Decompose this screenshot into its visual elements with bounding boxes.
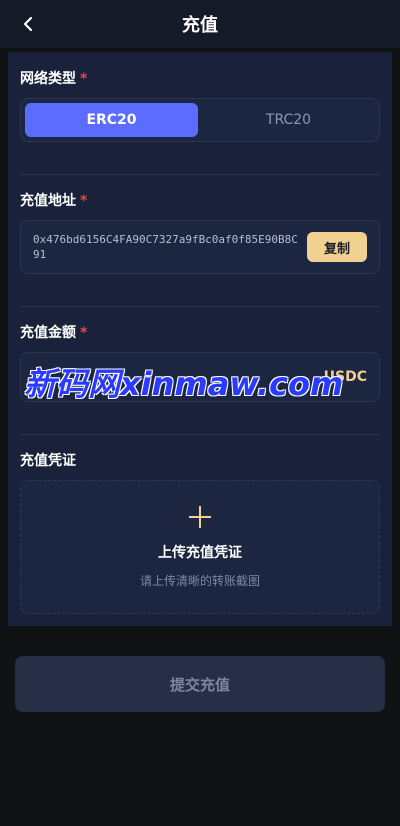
network-type-label: 网络类型 * (20, 71, 88, 87)
address-field: 0x476bd6156C4FA90C7327a9fBc0af0f85E90B8C… (20, 220, 380, 274)
plus-icon (189, 505, 211, 528)
page-title: 充值 (182, 15, 218, 36)
upload-hint: 请上传清晰的转账截图 (139, 573, 260, 588)
recharge-form-card: 网络类型 * ERC20 TRC20 充值地址 * 0x476bd6156C4FA9… (8, 52, 392, 626)
copy-button[interactable]: 复制 (307, 232, 367, 262)
proof-label: 充值凭证 (20, 453, 76, 469)
network-option-erc20[interactable]: ERC20 (25, 103, 198, 137)
address-label: 充值地址 * (20, 193, 88, 209)
network-selector: ERC20 TRC20 (20, 98, 380, 142)
upload-proof-area[interactable]: 上传充值凭证 请上传清晰的转账截图 (20, 480, 380, 614)
network-option-trc20[interactable]: TRC20 (202, 103, 375, 137)
amount-field: USDC (20, 352, 380, 402)
chevron-left-icon (23, 16, 33, 32)
divider (20, 434, 380, 435)
top-bar: 充值 (0, 0, 400, 48)
currency-unit: USDC (323, 369, 367, 385)
amount-label: 充值金额 * (20, 325, 88, 341)
required-mark: * (80, 325, 88, 341)
address-value: 0x476bd6156C4FA90C7327a9fBc0af0f85E90B8C… (33, 233, 298, 261)
back-button[interactable] (16, 12, 40, 36)
required-mark: * (80, 193, 88, 209)
submit-recharge-button[interactable]: 提交充值 (15, 656, 385, 712)
required-mark: * (80, 71, 88, 87)
divider (20, 306, 380, 307)
amount-input[interactable] (33, 369, 324, 385)
upload-title: 上传充值凭证 (158, 544, 242, 561)
divider (20, 174, 380, 175)
